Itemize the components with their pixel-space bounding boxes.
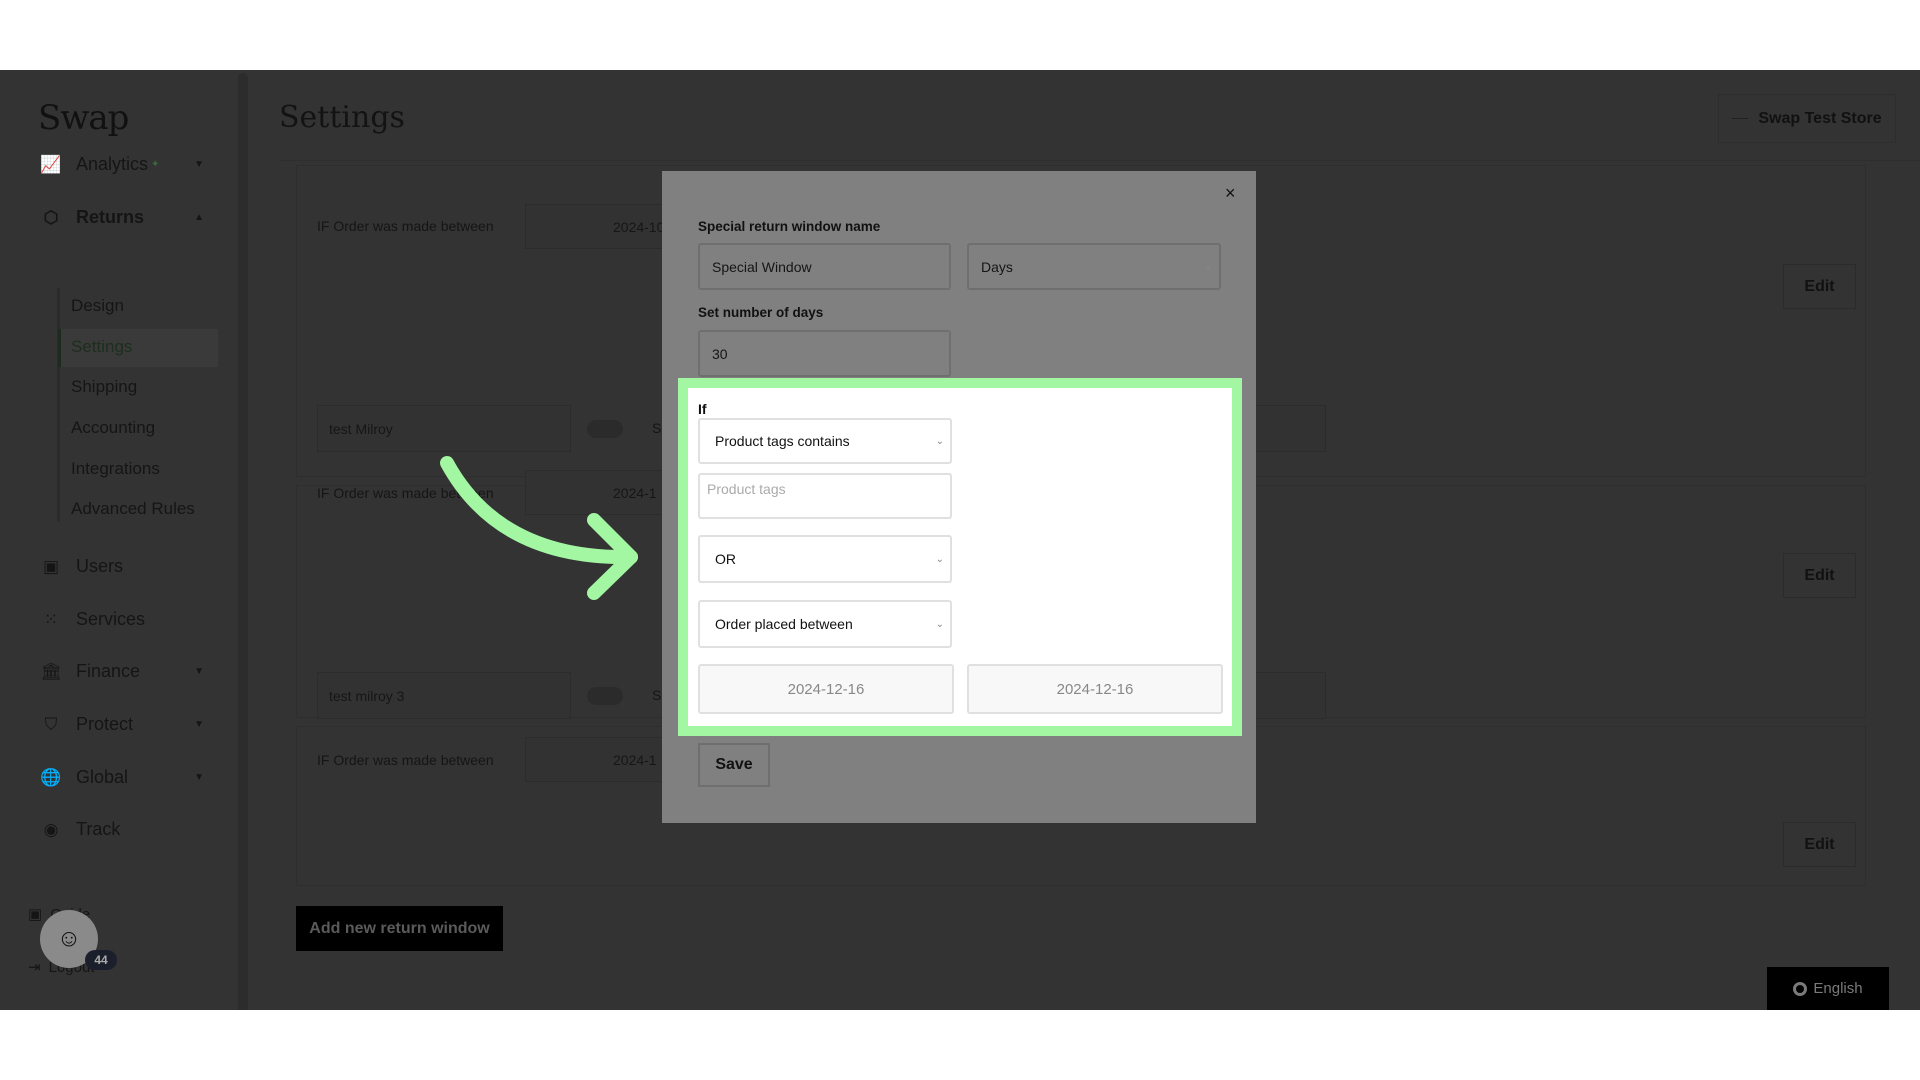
annotation-arrow [440,456,638,600]
arrow-curve [440,456,638,565]
